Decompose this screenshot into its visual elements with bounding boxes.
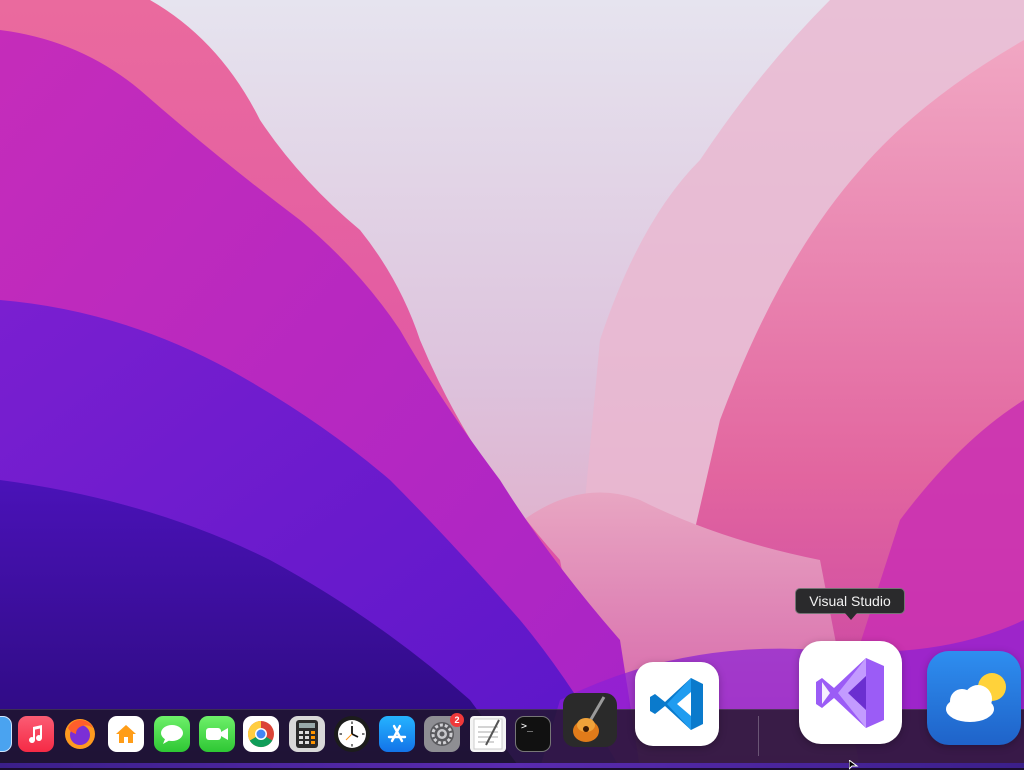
chrome-icon[interactable] bbox=[243, 716, 279, 752]
visual-studio-icon[interactable] bbox=[799, 641, 902, 744]
vscode-icon[interactable] bbox=[635, 662, 719, 746]
calculator-icon[interactable] bbox=[289, 716, 325, 752]
dock-separator bbox=[758, 716, 759, 756]
home-icon[interactable] bbox=[108, 716, 144, 752]
finder-icon[interactable] bbox=[0, 716, 12, 752]
textedit-icon[interactable] bbox=[470, 716, 506, 752]
firefox-icon[interactable] bbox=[62, 716, 98, 752]
mouse-cursor-icon bbox=[849, 760, 859, 770]
facetime-icon[interactable] bbox=[199, 716, 235, 752]
app-store-icon[interactable] bbox=[379, 716, 415, 752]
guitar-icon[interactable] bbox=[563, 693, 617, 747]
music-icon[interactable] bbox=[18, 716, 54, 752]
dock-tooltip: Visual Studio bbox=[795, 588, 905, 614]
notification-badge: 2 bbox=[450, 713, 464, 727]
messages-icon[interactable] bbox=[154, 716, 190, 752]
weather-icon[interactable] bbox=[927, 651, 1021, 745]
tooltip-arrow bbox=[845, 613, 857, 620]
dock-indicator-bar bbox=[0, 763, 1024, 768]
clock-icon[interactable] bbox=[334, 716, 370, 752]
terminal-icon[interactable]: >_ bbox=[515, 716, 551, 752]
terminal-prompt: >_ bbox=[521, 721, 534, 732]
